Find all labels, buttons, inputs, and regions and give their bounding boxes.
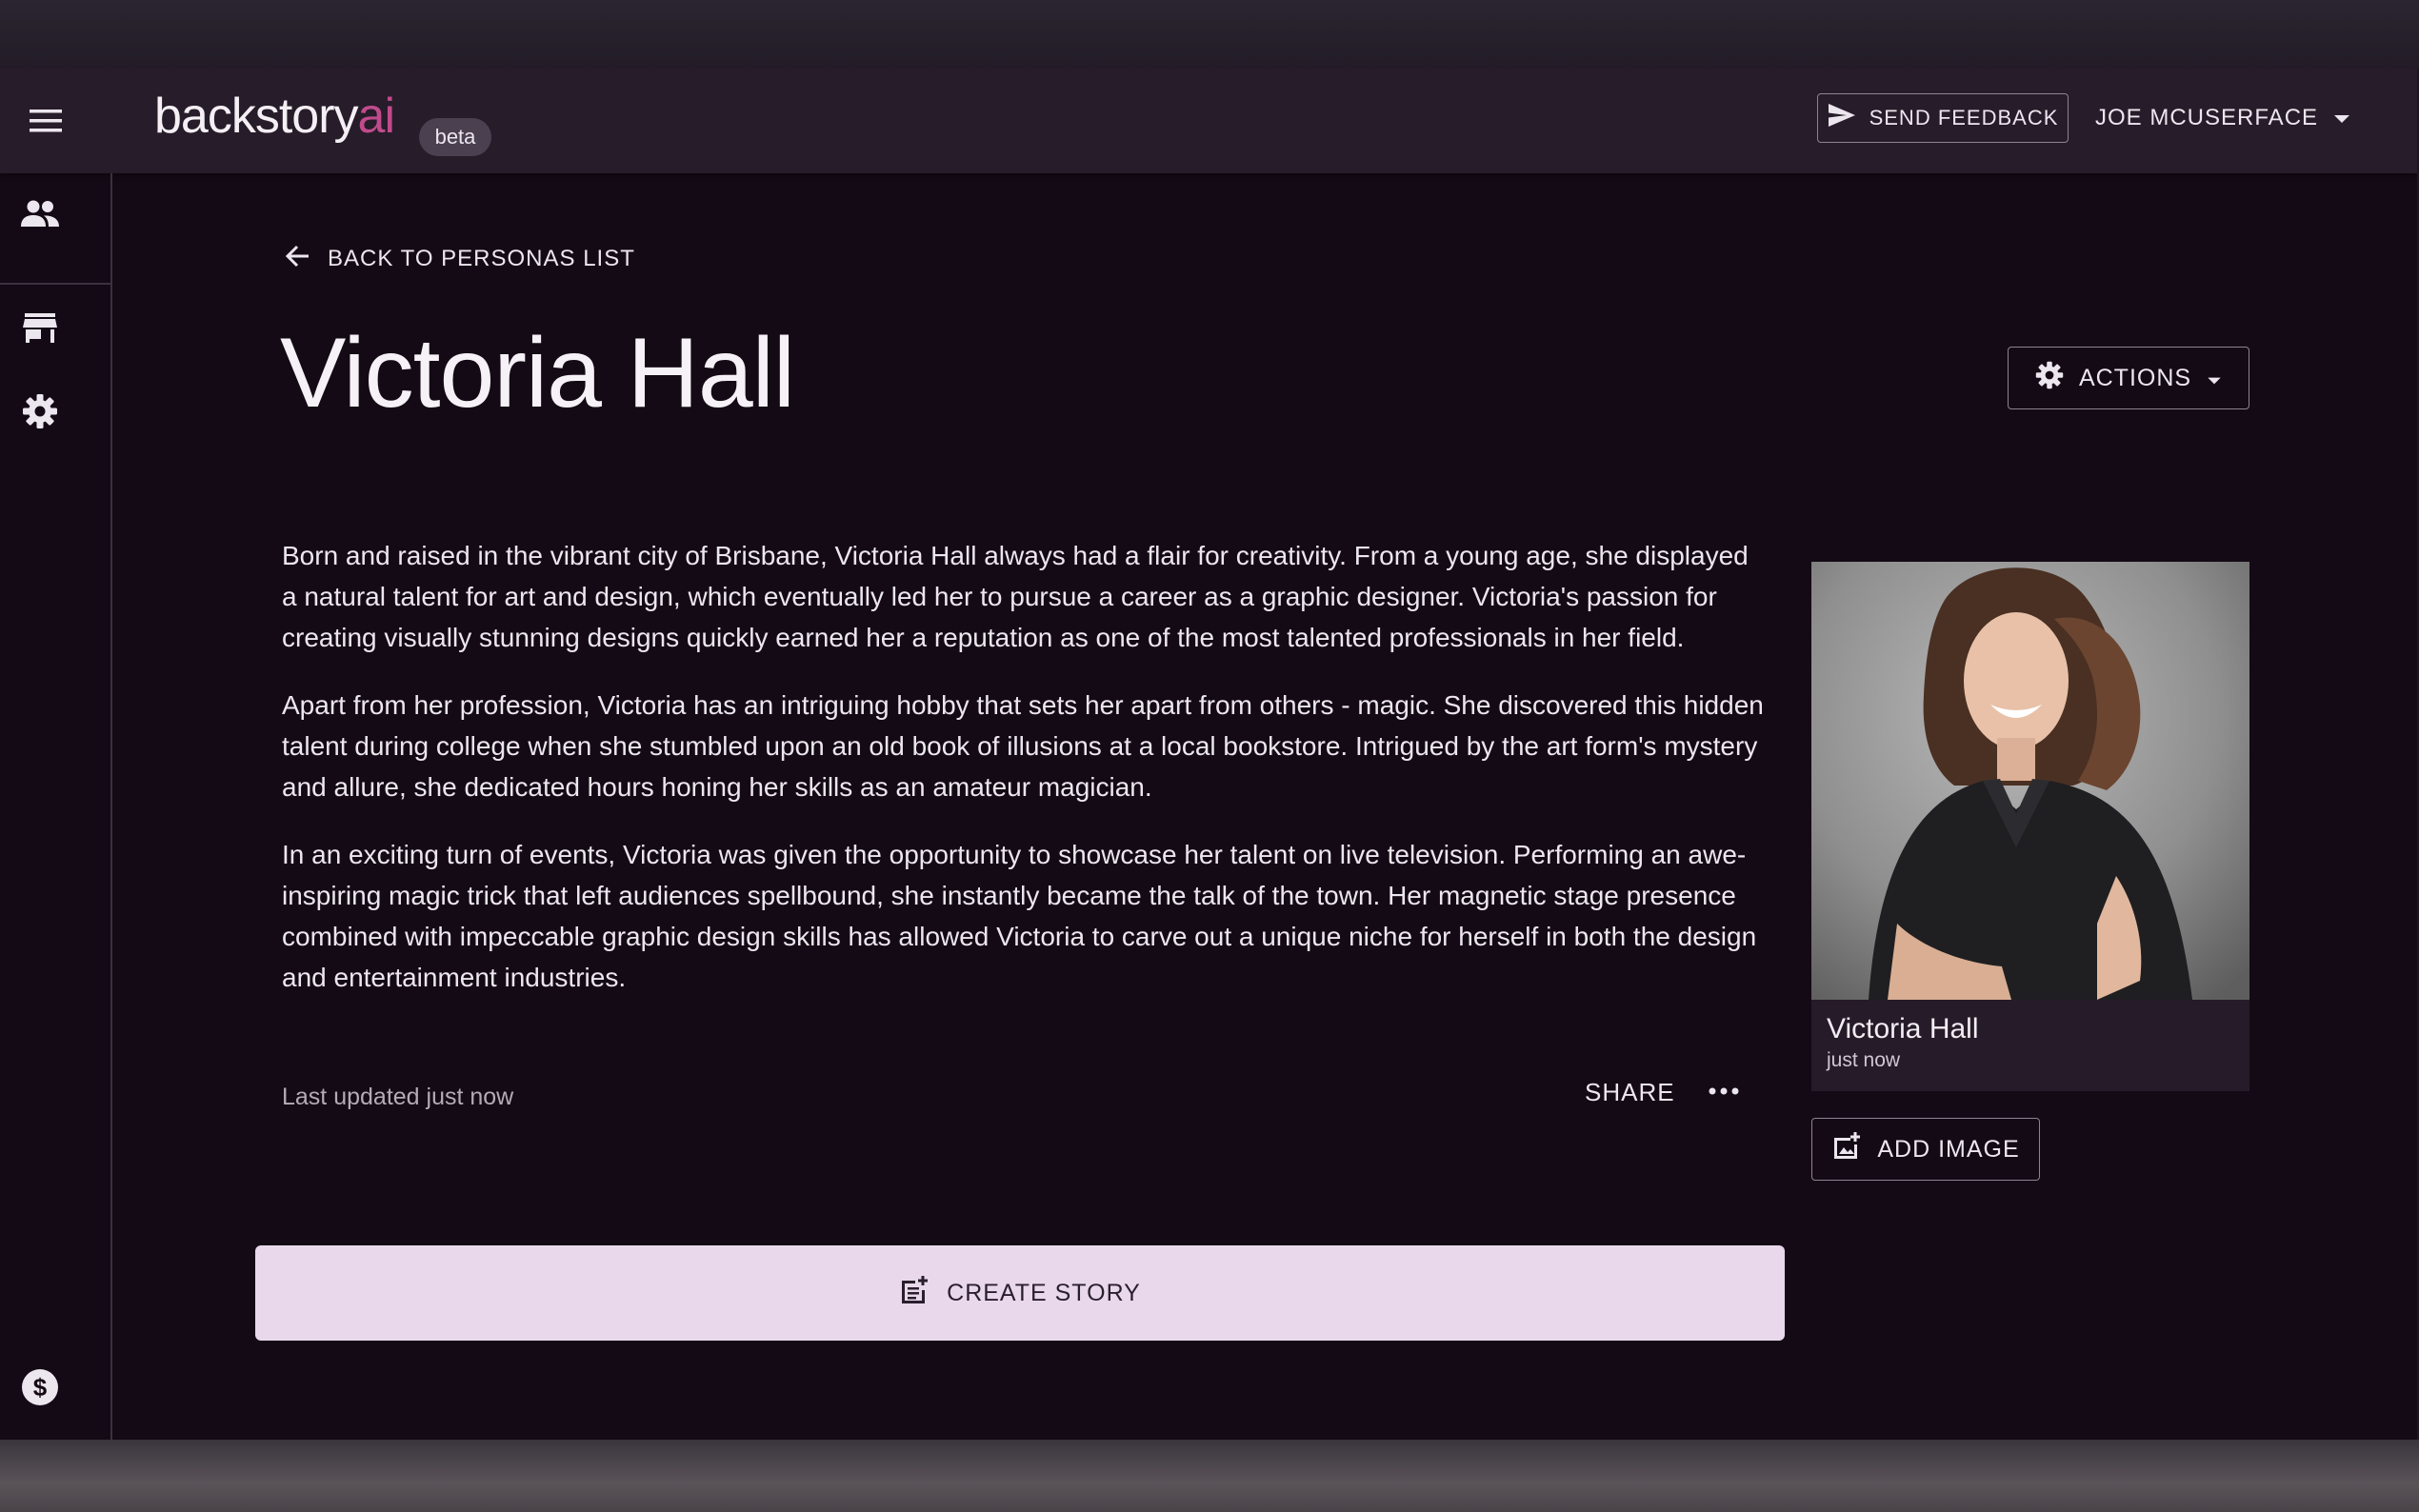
menu-icon[interactable] — [19, 100, 72, 142]
image-card-time: just now — [1827, 1049, 1901, 1071]
app-bar: backstoryai beta SEND FEEDBACK JOE MCUSE… — [0, 69, 2417, 173]
window-bottom-bezel — [0, 1440, 2419, 1512]
store-icon[interactable] — [13, 301, 67, 354]
add-photo-icon — [1831, 1131, 1862, 1168]
beta-badge: beta — [419, 118, 491, 156]
share-button[interactable]: SHARE — [1585, 1078, 1675, 1107]
svg-text:$: $ — [33, 1373, 48, 1402]
create-story-label: CREATE STORY — [947, 1279, 1141, 1306]
app-logo[interactable]: backstoryai — [154, 88, 395, 145]
user-name: JOE MCUSERFACE — [2095, 105, 2319, 130]
create-story-button[interactable]: CREATE STORY — [255, 1245, 1785, 1341]
persona-photo — [1811, 562, 2249, 1000]
logo-accent: ai — [357, 89, 395, 144]
bio-paragraph: Born and raised in the vibrant city of B… — [282, 541, 1749, 652]
actions-label: ACTIONS — [2078, 364, 2192, 391]
last-updated-text: Last updated just now — [282, 1084, 514, 1110]
side-nav: $ — [0, 173, 112, 1440]
bio-paragraph: In an exciting turn of events, Victoria … — [282, 840, 1757, 992]
persona-bio: Born and raised in the vibrant city of B… — [282, 535, 1768, 1025]
more-options-icon[interactable] — [1703, 1070, 1745, 1112]
caret-down-icon — [2333, 105, 2350, 131]
persona-name-heading: Victoria Hall — [280, 318, 795, 428]
back-to-personas-link[interactable]: BACK TO PERSONAS LIST — [285, 240, 635, 278]
logo-main: backstory — [154, 89, 359, 144]
image-card-name: Victoria Hall — [1827, 1013, 1979, 1044]
gear-icon[interactable] — [13, 385, 67, 438]
send-feedback-label: SEND FEEDBACK — [1869, 106, 2059, 129]
people-icon[interactable] — [13, 187, 67, 240]
send-feedback-button[interactable]: SEND FEEDBACK — [1817, 93, 2069, 143]
back-link-label: BACK TO PERSONAS LIST — [328, 246, 635, 271]
gear-icon — [2035, 361, 2064, 396]
actions-button[interactable]: ACTIONS — [2008, 347, 2249, 409]
user-menu[interactable]: JOE MCUSERFACE — [2095, 93, 2350, 143]
arrow-left-icon — [285, 245, 310, 274]
post-add-icon — [899, 1275, 930, 1312]
send-icon — [1828, 103, 1856, 133]
add-image-label: ADD IMAGE — [1877, 1135, 2020, 1163]
persona-image-card[interactable]: Victoria Hall just now — [1811, 562, 2249, 1091]
window-top-bezel — [0, 0, 2419, 69]
caret-down-icon — [2207, 365, 2222, 392]
bio-paragraph: Apart from her profession, Victoria has … — [282, 690, 1764, 802]
app-window: backstoryai beta SEND FEEDBACK JOE MCUSE… — [0, 69, 2417, 1440]
nav-divider — [0, 283, 112, 285]
add-image-button[interactable]: ADD IMAGE — [1811, 1118, 2040, 1181]
dollar-circle-icon[interactable]: $ — [13, 1361, 67, 1414]
